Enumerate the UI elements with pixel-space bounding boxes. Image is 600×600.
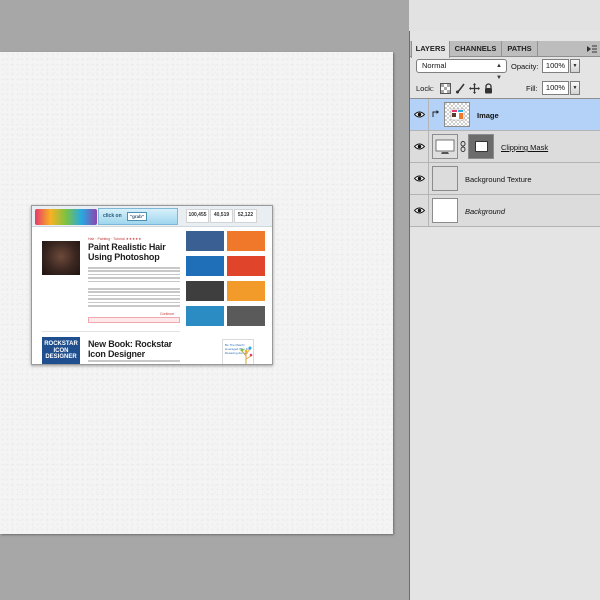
- vector-mask-thumbnail: [468, 134, 494, 159]
- divider: [42, 331, 180, 332]
- layer-name[interactable]: Background Texture: [465, 175, 532, 184]
- opacity-input[interactable]: 100%: [542, 59, 569, 73]
- stat-box: 40,519: [210, 209, 233, 223]
- image-layer-thumbnail: [444, 102, 470, 127]
- article-body-text: [88, 360, 180, 363]
- article-body-text: [88, 288, 180, 308]
- visibility-toggle[interactable]: [410, 195, 429, 226]
- visibility-toggle[interactable]: [410, 131, 429, 162]
- hair-article-image: [42, 241, 80, 275]
- select-arrows-icon: ▲ ▼: [496, 63, 502, 81]
- ad-banner: [227, 256, 265, 276]
- ad-banner: [186, 231, 224, 251]
- background-layer-thumbnail: [432, 198, 458, 223]
- ad-banner: [186, 281, 224, 301]
- fill-label: Fill:: [526, 84, 538, 93]
- visibility-toggle[interactable]: [410, 99, 429, 130]
- website-screenshot-layer[interactable]: click on "grab" 100,455 40,519 52,122 Ha…: [31, 205, 273, 365]
- mask-shape: [475, 141, 488, 152]
- layer-row-background[interactable]: Background: [410, 195, 600, 227]
- clipping-arrow-icon: [432, 110, 439, 117]
- lock-label: Lock:: [416, 84, 434, 93]
- eye-icon: [414, 175, 425, 182]
- visibility-toggle[interactable]: [410, 163, 429, 194]
- tab-paths[interactable]: PATHS: [502, 41, 538, 57]
- layers-list: Image Clipping Mask Background Texture B…: [410, 98, 600, 600]
- tree-illustration-icon: [240, 346, 253, 364]
- fill-dropdown-button[interactable]: ▼: [570, 81, 580, 95]
- site-header: click on "grab" 100,455 40,519 52,122: [32, 206, 272, 227]
- layer-name[interactable]: Background: [465, 207, 505, 216]
- texture-layer-thumbnail: [432, 166, 458, 191]
- notice-box: [88, 317, 180, 323]
- ad-banner: [227, 306, 265, 326]
- ad-banner: [186, 306, 224, 326]
- book-cover-image: ROCKSTAR ICON DESIGNER: [42, 337, 80, 364]
- layer-row-background-texture[interactable]: Background Texture: [410, 163, 600, 195]
- lock-image-pixels-icon[interactable]: [455, 83, 466, 94]
- site-ads: [186, 231, 268, 326]
- mask-link-icon[interactable]: [460, 141, 466, 152]
- thumbnail-preview-icon: [445, 103, 469, 126]
- opacity-label: Opacity:: [511, 62, 539, 71]
- tab-channels[interactable]: CHANNELS: [450, 41, 502, 57]
- lock-position-icon[interactable]: [469, 83, 480, 94]
- blend-mode-select[interactable]: Normal ▲ ▼: [416, 59, 507, 81]
- click-banner: click on "grab": [98, 208, 178, 225]
- layer-name[interactable]: Image: [477, 111, 499, 120]
- ad-banner: [227, 281, 265, 301]
- eye-icon: [414, 143, 425, 150]
- tab-layers[interactable]: LAYERS: [411, 41, 450, 58]
- layer-row-clipping-mask[interactable]: Clipping Mask: [410, 131, 600, 163]
- layers-panel: LAYERS CHANNELS PATHS Normal ▲ ▼ Opacity:…: [409, 31, 600, 600]
- article-meta: Hair · Painting · Tutorial ★★★★★: [88, 237, 142, 241]
- article-title: Paint Realistic Hair Using Photoshop: [88, 242, 166, 262]
- article-body-text: [88, 267, 180, 284]
- article-title: New Book: Rockstar Icon Designer: [88, 339, 172, 359]
- stat-box: 100,455: [186, 209, 209, 223]
- site-logo: [35, 209, 97, 225]
- layer-name[interactable]: Clipping Mask: [501, 143, 548, 152]
- panel-menu-icon[interactable]: [586, 45, 598, 53]
- fill-input[interactable]: 100%: [542, 81, 569, 95]
- canvas-workspace[interactable]: click on "grab" 100,455 40,519 52,122 Ha…: [0, 0, 409, 600]
- continue-link: Continue: [160, 312, 175, 316]
- site-main-column: Hair · Painting · Tutorial ★★★★★ Paint R…: [38, 233, 181, 364]
- lock-transparent-pixels-icon[interactable]: [440, 83, 451, 94]
- layer-row-image[interactable]: Image: [410, 99, 600, 131]
- click-banner-text: click on: [103, 213, 122, 219]
- sidebar-widget: Be The Match! leveraged IT to find lifes…: [222, 339, 254, 364]
- eye-icon: [414, 111, 425, 118]
- panel-tabs: LAYERS CHANNELS PATHS: [410, 41, 600, 58]
- eye-icon: [414, 207, 425, 214]
- stat-box: 52,122: [234, 209, 257, 223]
- monitor-shape-icon: [435, 139, 455, 154]
- document-canvas[interactable]: click on "grab" 100,455 40,519 52,122 Ha…: [0, 52, 393, 534]
- clipping-mask-thumbnail: [432, 134, 458, 159]
- opacity-dropdown-button[interactable]: ▼: [570, 59, 580, 73]
- ad-banner: [227, 231, 265, 251]
- ad-banner: [186, 256, 224, 276]
- blend-mode-value: Normal: [422, 61, 447, 70]
- grab-button: "grab": [127, 212, 147, 221]
- lock-all-icon[interactable]: [483, 83, 494, 94]
